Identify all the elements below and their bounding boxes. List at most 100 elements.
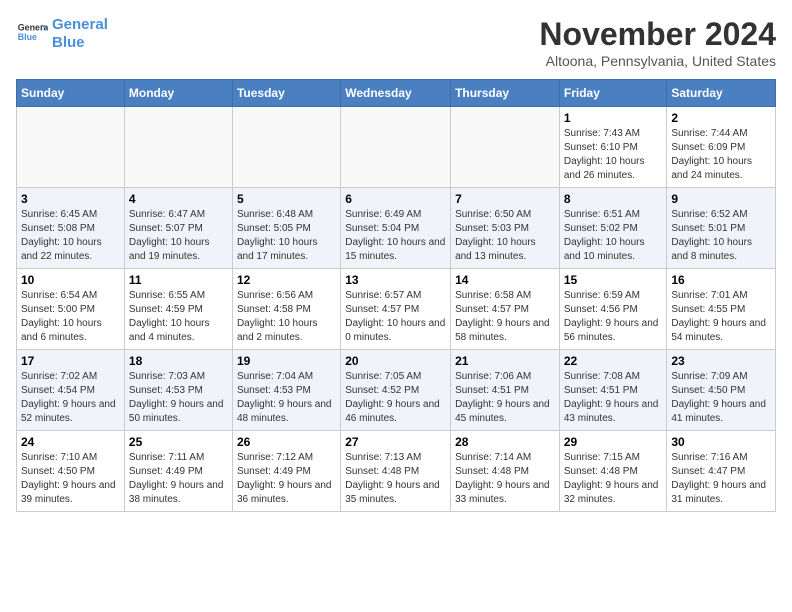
calendar-cell: [451, 107, 560, 188]
calendar-cell: 28 Sunrise: 7:14 AMSunset: 4:48 PMDayligh…: [451, 431, 560, 512]
logo-line2: Blue: [52, 34, 85, 51]
calendar-cell: 13Sunrise: 6:57 AMSunset: 4:57 PMDayligh…: [341, 269, 451, 350]
day-number: 15: [564, 273, 663, 287]
day-number: 26: [237, 435, 336, 449]
week-row-4: 17 Sunrise: 7:02 AMSunset: 4:54 PMDayligh…: [17, 350, 776, 431]
day-info: Sunrise: 6:45 AMSunset: 5:08 PMDaylight:…: [21, 208, 120, 264]
calendar-cell: 29 Sunrise: 7:15 AMSunset: 4:48 PMDayligh…: [559, 431, 667, 512]
day-info: Sunrise: 6:55 AMSunset: 4:59 PMDaylight:…: [129, 289, 228, 345]
calendar-cell: 25Sunrise: 7:11 AMSunset: 4:49 PMDayligh…: [124, 431, 232, 512]
day-number: 21: [455, 354, 555, 368]
calendar-cell: 16 Sunrise: 7:01 AMSunset: 4:55 PMDayligh…: [667, 269, 776, 350]
day-number: 1: [564, 111, 663, 125]
day-number: 25: [129, 435, 228, 449]
day-number: 14: [455, 273, 555, 287]
calendar-cell: 12Sunrise: 6:56 AMSunset: 4:58 PMDayligh…: [232, 269, 340, 350]
calendar-cell: 8Sunrise: 6:51 AMSunset: 5:02 PMDaylight…: [559, 188, 667, 269]
calendar-cell: 20Sunrise: 7:05 AMSunset: 4:52 PMDayligh…: [341, 350, 451, 431]
calendar-cell: 30 Sunrise: 7:16 AMSunset: 4:47 PMDayligh…: [667, 431, 776, 512]
svg-text:General: General: [18, 22, 48, 32]
day-number: 2: [671, 111, 771, 125]
day-info: Sunrise: 6:47 AMSunset: 5:07 PMDaylight:…: [129, 208, 228, 264]
calendar-cell: 10 Sunrise: 6:54 AMSunset: 5:00 PMDayligh…: [17, 269, 125, 350]
day-info: Sunrise: 6:49 AMSunset: 5:04 PMDaylight:…: [345, 208, 446, 264]
calendar-cell: 18 Sunrise: 7:03 AMSunset: 4:53 PMDayligh…: [124, 350, 232, 431]
calendar-cell: 11 Sunrise: 6:55 AMSunset: 4:59 PMDayligh…: [124, 269, 232, 350]
header-cell-friday: Friday: [559, 80, 667, 107]
day-info: Sunrise: 7:01 AMSunset: 4:55 PMDaylight:…: [671, 289, 771, 345]
day-info: Sunrise: 6:48 AMSunset: 5:05 PMDaylight:…: [237, 208, 336, 264]
day-number: 30: [671, 435, 771, 449]
calendar-cell: 5 Sunrise: 6:48 AMSunset: 5:05 PMDaylight…: [232, 188, 340, 269]
calendar-cell: 17 Sunrise: 7:02 AMSunset: 4:54 PMDayligh…: [17, 350, 125, 431]
day-number: 23: [671, 354, 771, 368]
calendar-cell: 22 Sunrise: 7:08 AMSunset: 4:51 PMDayligh…: [559, 350, 667, 431]
header-cell-sunday: Sunday: [17, 80, 125, 107]
day-number: 19: [237, 354, 336, 368]
day-info: Sunrise: 6:51 AMSunset: 5:02 PMDaylight:…: [564, 208, 663, 264]
week-row-5: 24Sunrise: 7:10 AMSunset: 4:50 PMDayligh…: [17, 431, 776, 512]
day-number: 7: [455, 192, 555, 206]
logo-text: General Blue: [52, 16, 108, 52]
header-cell-thursday: Thursday: [451, 80, 560, 107]
day-number: 28: [455, 435, 555, 449]
day-info: Sunrise: 7:06 AMSunset: 4:51 PMDaylight:…: [455, 370, 555, 426]
calendar-cell: 15 Sunrise: 6:59 AMSunset: 4:56 PMDayligh…: [559, 269, 667, 350]
day-info: Sunrise: 6:57 AMSunset: 4:57 PMDaylight:…: [345, 289, 446, 345]
day-info: Sunrise: 7:12 AMSunset: 4:49 PMDaylight:…: [237, 451, 336, 507]
calendar-cell: 9 Sunrise: 6:52 AMSunset: 5:01 PMDaylight…: [667, 188, 776, 269]
calendar-cell: 1 Sunrise: 7:43 AMSunset: 6:10 PMDaylight…: [559, 107, 667, 188]
header-cell-tuesday: Tuesday: [232, 80, 340, 107]
day-info: Sunrise: 7:44 AMSunset: 6:09 PMDaylight:…: [671, 127, 771, 183]
header-cell-saturday: Saturday: [667, 80, 776, 107]
day-info: Sunrise: 7:13 AMSunset: 4:48 PMDaylight:…: [345, 451, 446, 507]
day-info: Sunrise: 7:15 AMSunset: 4:48 PMDaylight:…: [564, 451, 663, 507]
calendar-cell: 21 Sunrise: 7:06 AMSunset: 4:51 PMDayligh…: [451, 350, 560, 431]
day-info: Sunrise: 7:09 AMSunset: 4:50 PMDaylight:…: [671, 370, 771, 426]
calendar-table: SundayMondayTuesdayWednesdayThursdayFrid…: [16, 79, 776, 512]
day-info: Sunrise: 7:43 AMSunset: 6:10 PMDaylight:…: [564, 127, 663, 183]
day-info: Sunrise: 7:16 AMSunset: 4:47 PMDaylight:…: [671, 451, 771, 507]
day-number: 16: [671, 273, 771, 287]
day-info: Sunrise: 7:08 AMSunset: 4:51 PMDaylight:…: [564, 370, 663, 426]
calendar-cell: 3Sunrise: 6:45 AMSunset: 5:08 PMDaylight…: [17, 188, 125, 269]
day-info: Sunrise: 7:03 AMSunset: 4:53 PMDaylight:…: [129, 370, 228, 426]
location: Altoona, Pennsylvania, United States: [539, 53, 776, 69]
calendar-cell: 26 Sunrise: 7:12 AMSunset: 4:49 PMDayligh…: [232, 431, 340, 512]
day-number: 22: [564, 354, 663, 368]
day-info: Sunrise: 7:14 AMSunset: 4:48 PMDaylight:…: [455, 451, 555, 507]
header-cell-monday: Monday: [124, 80, 232, 107]
day-number: 20: [345, 354, 446, 368]
logo-icon: General Blue: [16, 18, 48, 50]
day-number: 10: [21, 273, 120, 287]
calendar-cell: [232, 107, 340, 188]
day-info: Sunrise: 7:04 AMSunset: 4:53 PMDaylight:…: [237, 370, 336, 426]
week-row-1: 1 Sunrise: 7:43 AMSunset: 6:10 PMDaylight…: [17, 107, 776, 188]
day-number: 6: [345, 192, 446, 206]
calendar-cell: 7 Sunrise: 6:50 AMSunset: 5:03 PMDaylight…: [451, 188, 560, 269]
calendar-cell: [124, 107, 232, 188]
calendar-cell: 23 Sunrise: 7:09 AMSunset: 4:50 PMDayligh…: [667, 350, 776, 431]
day-number: 18: [129, 354, 228, 368]
day-number: 11: [129, 273, 228, 287]
header-cell-wednesday: Wednesday: [341, 80, 451, 107]
day-number: 9: [671, 192, 771, 206]
day-number: 29: [564, 435, 663, 449]
day-info: Sunrise: 6:52 AMSunset: 5:01 PMDaylight:…: [671, 208, 771, 264]
week-row-3: 10 Sunrise: 6:54 AMSunset: 5:00 PMDayligh…: [17, 269, 776, 350]
calendar-cell: 4Sunrise: 6:47 AMSunset: 5:07 PMDaylight…: [124, 188, 232, 269]
day-number: 5: [237, 192, 336, 206]
calendar-cell: 14Sunrise: 6:58 AMSunset: 4:57 PMDayligh…: [451, 269, 560, 350]
day-info: Sunrise: 7:02 AMSunset: 4:54 PMDaylight:…: [21, 370, 120, 426]
title-area: November 2024 Altoona, Pennsylvania, Uni…: [539, 16, 776, 69]
day-info: Sunrise: 6:50 AMSunset: 5:03 PMDaylight:…: [455, 208, 555, 264]
day-number: 17: [21, 354, 120, 368]
day-info: Sunrise: 6:59 AMSunset: 4:56 PMDaylight:…: [564, 289, 663, 345]
week-row-2: 3Sunrise: 6:45 AMSunset: 5:08 PMDaylight…: [17, 188, 776, 269]
svg-text:Blue: Blue: [18, 32, 37, 42]
day-info: Sunrise: 6:54 AMSunset: 5:00 PMDaylight:…: [21, 289, 120, 345]
day-number: 12: [237, 273, 336, 287]
calendar-cell: 6 Sunrise: 6:49 AMSunset: 5:04 PMDaylight…: [341, 188, 451, 269]
calendar-cell: 27Sunrise: 7:13 AMSunset: 4:48 PMDayligh…: [341, 431, 451, 512]
calendar-cell: 19 Sunrise: 7:04 AMSunset: 4:53 PMDayligh…: [232, 350, 340, 431]
